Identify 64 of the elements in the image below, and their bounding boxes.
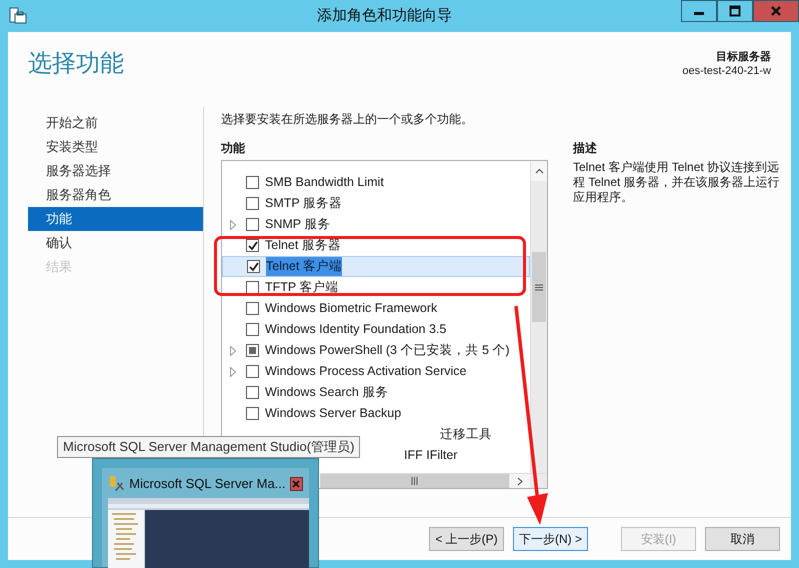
feature-row[interactable]: SMB Bandwidth Limit — [222, 172, 530, 193]
close-button[interactable] — [290, 476, 303, 491]
wizard-button[interactable]: 下一步(N) > — [513, 527, 588, 551]
expand-arrow-icon[interactable] — [230, 366, 236, 376]
step-item[interactable]: 安装类型 — [28, 135, 203, 159]
checkbox[interactable] — [247, 260, 260, 273]
description-text: Telnet 客户端使用 Telnet 协议连接到远程 Telnet 服务器，并在该服务器上运行应用程序。 — [573, 160, 781, 205]
maximize-button[interactable] — [717, 0, 753, 22]
feature-row[interactable]: Windows Search 服务 — [222, 382, 530, 403]
feature-row[interactable]: Windows Identity Foundation 3.5 — [222, 319, 530, 340]
app-icon — [8, 6, 28, 26]
step-item[interactable]: 确认 — [28, 231, 203, 255]
preview-title: Microsoft SQL Server Ma... — [129, 475, 286, 493]
checkbox[interactable] — [246, 281, 259, 294]
grip-icon — [535, 284, 543, 290]
close-icon — [770, 5, 782, 17]
close-button[interactable] — [753, 0, 799, 22]
checkbox[interactable] — [246, 407, 259, 420]
target-server-name: oes-test-240-21-w — [682, 64, 771, 79]
window-preview[interactable]: Microsoft SQL Server Ma... — [92, 458, 319, 568]
feature-label: IFF IFilter — [404, 447, 458, 464]
app-icon — [108, 474, 126, 493]
step-item[interactable]: 开始之前 — [28, 111, 203, 135]
close-icon — [292, 480, 300, 488]
step-item[interactable]: 服务器角色 — [28, 183, 203, 207]
expand-arrow-icon[interactable] — [230, 346, 236, 356]
feature-row[interactable]: SMTP 服务器 — [222, 193, 530, 214]
checkbox[interactable] — [246, 176, 259, 189]
tooltip: Microsoft SQL Server Management Studio(管理员) — [57, 436, 360, 458]
feature-row[interactable]: Windows Process Activation Service — [222, 361, 530, 382]
feature-row[interactable]: Telnet 服务器 — [222, 235, 530, 256]
checkbox[interactable] — [246, 218, 259, 231]
feature-row[interactable]: TFTP 客户端 — [222, 277, 530, 298]
checkbox[interactable] — [246, 239, 259, 252]
feature-label: 迁移工具 — [440, 426, 492, 444]
instruction-text: 选择要安装在所选服务器上的一个或多个功能。 — [221, 111, 474, 128]
checkbox[interactable] — [246, 365, 259, 378]
wizard-button[interactable]: 取消 — [705, 527, 780, 551]
feature-row[interactable]: Windows Server Backup — [222, 403, 530, 424]
vertical-scrollbar[interactable] — [530, 161, 547, 474]
feature-row[interactable]: Windows PowerShell (3 个已安装，共 5 个) — [222, 340, 530, 361]
window-title: 添加角色和功能向导 — [316, 6, 453, 26]
description-heading: 描述 — [573, 140, 598, 157]
checkbox[interactable] — [246, 344, 259, 357]
feature-row[interactable]: Telnet 客户端 — [222, 256, 530, 277]
grip-icon — [410, 477, 418, 485]
feature-row[interactable]: SNMP 服务 — [222, 214, 530, 235]
maximize-icon — [729, 5, 741, 17]
step-item[interactable]: 功能 — [28, 207, 203, 231]
checkbox[interactable] — [246, 302, 259, 315]
page-title: 选择功能 — [28, 50, 124, 79]
horizontal-scrollbar[interactable] — [320, 473, 547, 488]
features-heading: 功能 — [221, 140, 246, 157]
target-server-label: 目标服务器 — [715, 50, 771, 64]
wizard-button[interactable]: < 上一步(P) — [429, 527, 504, 551]
checkbox[interactable] — [246, 197, 259, 210]
step-item[interactable]: 服务器选择 — [28, 159, 203, 183]
feature-row[interactable]: Windows Biometric Framework — [222, 298, 530, 319]
checkbox[interactable] — [246, 386, 259, 399]
scroll-right-icon[interactable] — [517, 476, 523, 486]
checkbox[interactable] — [246, 323, 259, 336]
expand-arrow-icon[interactable] — [230, 220, 236, 230]
minimize-button[interactable] — [681, 0, 717, 22]
scroll-up-icon[interactable] — [534, 168, 544, 174]
